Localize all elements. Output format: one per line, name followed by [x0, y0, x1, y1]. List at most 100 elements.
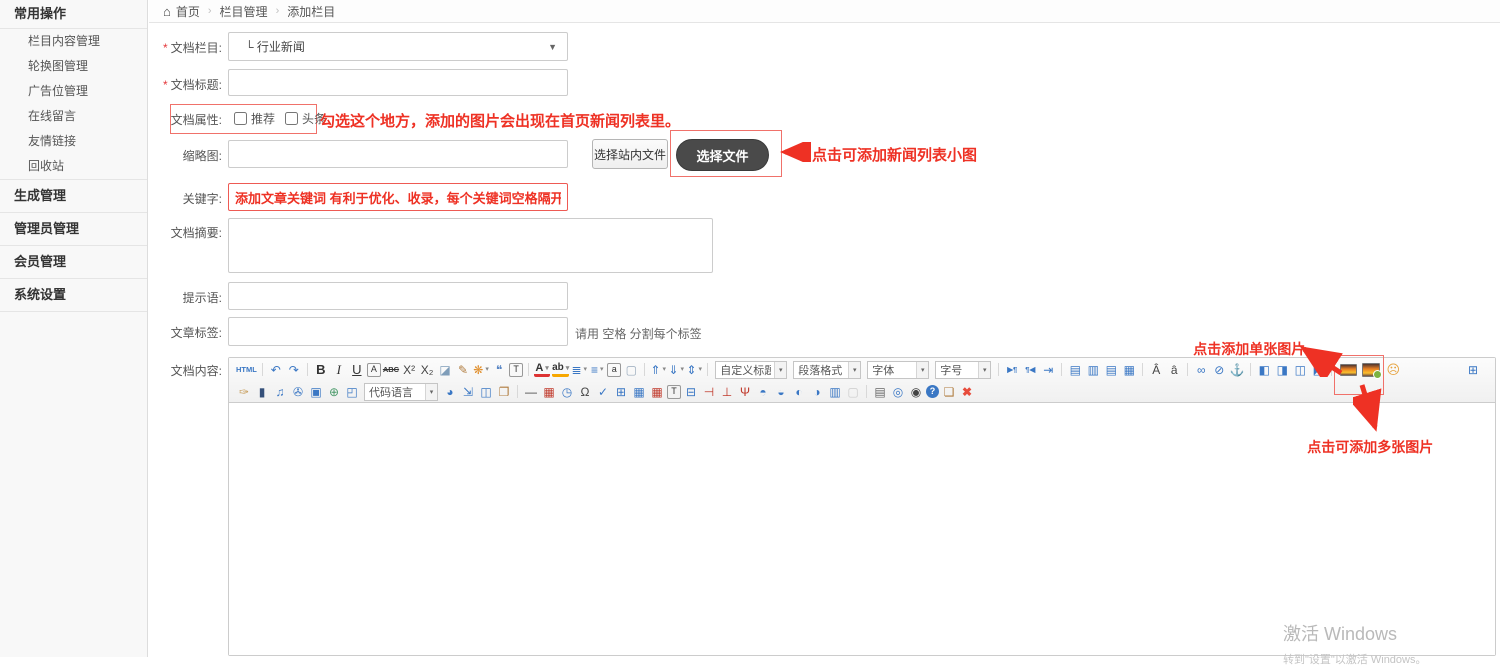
columns-icon[interactable]: ◫ [478, 383, 494, 401]
para-before-spacing-icon[interactable]: ⇑▾ [650, 361, 666, 379]
insert-date-icon[interactable]: ▦ [541, 383, 557, 401]
paste-text-icon[interactable]: T [509, 363, 523, 377]
underline-icon[interactable]: U [349, 361, 365, 379]
tags-input[interactable] [228, 317, 568, 346]
word-image-icon[interactable]: ⊞ [613, 383, 629, 401]
strikethrough-icon[interactable]: ABC [383, 361, 399, 379]
anchor-icon[interactable]: ⚓ [1229, 361, 1245, 379]
img-float-right-icon[interactable]: ◩ [1310, 361, 1326, 379]
help-icon[interactable]: ? [926, 385, 939, 398]
char-border-icon[interactable]: A [367, 363, 381, 377]
format-painter-icon[interactable]: ✎ [455, 361, 471, 379]
table-title-icon[interactable]: T [667, 385, 681, 399]
choose-file-button[interactable]: 选择文件 [676, 139, 769, 171]
breadcrumb-home[interactable]: 首页 [176, 3, 200, 20]
undo-icon[interactable]: ↶ [268, 361, 284, 379]
insert-image-icon[interactable] [1340, 364, 1357, 376]
unordered-list-icon[interactable]: ≡▾ [589, 361, 605, 379]
image-manager-icon[interactable]: ▣ [308, 383, 324, 401]
img-center-icon[interactable]: ◫ [1292, 361, 1308, 379]
editor-content-area[interactable] [229, 403, 1495, 655]
img-float-left-icon[interactable]: ◧ [1256, 361, 1272, 379]
insert-code-icon[interactable]: ◕ [442, 383, 458, 401]
insert-row-above-icon[interactable]: ◓ [755, 383, 771, 401]
horizontal-rule-icon[interactable]: — [523, 383, 539, 401]
merge-cells-icon[interactable]: ⊟ [683, 383, 699, 401]
link-icon[interactable]: ∞ [1193, 361, 1209, 379]
insert-multi-image-icon[interactable] [1362, 363, 1380, 377]
fullscreen-icon[interactable]: ⊞ [1465, 361, 1481, 379]
site-file-button[interactable]: 选择站内文件 [592, 139, 668, 169]
indent-first-icon[interactable]: ▶¶ [1004, 361, 1020, 379]
delete-table-icon[interactable]: ▦ [649, 383, 665, 401]
attachment-icon[interactable]: ✇ [290, 383, 306, 401]
template-icon[interactable]: ❐ [496, 383, 512, 401]
to-lowercase-icon[interactable]: â [1166, 361, 1182, 379]
font-color-icon[interactable]: A▾ [534, 362, 550, 377]
special-char-icon[interactable]: Ω [577, 383, 593, 401]
font-family-select[interactable]: 字体▾ [867, 361, 929, 379]
align-left-icon[interactable]: ▤ [1067, 361, 1083, 379]
emoticon-icon[interactable]: ☹ [1385, 361, 1401, 379]
scrawl-icon[interactable]: ✑ [236, 383, 252, 401]
custom-title-select[interactable]: 自定义标题▾ [715, 361, 787, 379]
highlight-color-icon[interactable]: ab▾ [552, 362, 569, 377]
auto-link-icon[interactable]: a [607, 363, 621, 377]
insert-col-left-icon[interactable]: ◐ [791, 383, 807, 401]
split-cell-icon[interactable]: Ψ [737, 383, 753, 401]
page-break-icon[interactable]: ⇲ [460, 383, 476, 401]
preview-icon[interactable]: ◎ [890, 383, 906, 401]
hint-input[interactable] [228, 282, 568, 310]
align-right-icon[interactable]: ▤ [1103, 361, 1119, 379]
insert-row-below-icon[interactable]: ◒ [773, 383, 789, 401]
clear-doc-icon[interactable]: ✖ [959, 383, 975, 401]
font-size-select[interactable]: 字号▾ [935, 361, 991, 379]
subscript-icon[interactable]: X₂ [419, 361, 435, 379]
insert-music-icon[interactable]: ♫ [272, 383, 288, 401]
auto-typeset-icon[interactable]: ❋▾ [473, 361, 489, 379]
title-input[interactable] [228, 69, 568, 96]
remove-format-icon[interactable]: ◪ [437, 361, 453, 379]
headline-checkbox[interactable] [285, 112, 298, 125]
paragraph-format-select[interactable]: 段落格式▾ [793, 361, 861, 379]
redo-icon[interactable]: ↷ [286, 361, 302, 379]
to-uppercase-icon[interactable]: Â [1148, 361, 1164, 379]
insert-time-icon[interactable]: ◷ [559, 383, 575, 401]
doc-disabled-icon[interactable]: ▢ [845, 383, 861, 401]
insert-col-right-icon[interactable]: ◑ [809, 383, 825, 401]
delete-row-icon[interactable]: ⊣ [701, 383, 717, 401]
screenshot-icon[interactable]: ◰ [344, 383, 360, 401]
recommend-checkbox[interactable] [234, 112, 247, 125]
table-full-icon[interactable]: ▥ [827, 383, 843, 401]
delete-col-icon[interactable]: ⊥ [719, 383, 735, 401]
paragraph-indent-icon[interactable]: ⇥ [1040, 361, 1056, 379]
insert-table-icon[interactable]: ▦ [631, 383, 647, 401]
html-source-icon[interactable]: HTML [236, 361, 257, 379]
clipboard-icon[interactable]: ❏ [941, 383, 957, 401]
breadcrumb-column-mgmt[interactable]: 栏目管理 [220, 3, 268, 20]
unlink-icon[interactable]: ⊘ [1211, 361, 1227, 379]
insert-video-icon[interactable]: ▮ [254, 383, 270, 401]
ordered-list-icon[interactable]: ≣▾ [571, 361, 587, 379]
bold-icon[interactable]: B [313, 361, 329, 379]
find-replace-icon[interactable]: ◉ [908, 383, 924, 401]
print-icon[interactable]: ▤ [872, 383, 888, 401]
spellcheck-icon[interactable]: ✓ [595, 383, 611, 401]
outdent-first-icon[interactable]: ¶◀ [1022, 361, 1038, 379]
sidebar-section-common-operations[interactable]: 常用操作 [0, 0, 147, 29]
summary-textarea[interactable] [228, 218, 713, 273]
line-spacing-icon[interactable]: ⇕▾ [686, 361, 702, 379]
blockquote-icon[interactable]: ❝ [491, 361, 507, 379]
italic-icon[interactable]: I [331, 361, 347, 379]
img-inline-icon[interactable]: ◨ [1274, 361, 1290, 379]
sidebar-section-member[interactable]: 会员管理 [0, 245, 147, 278]
thumbnail-input[interactable] [228, 140, 568, 168]
code-language-select[interactable]: 代码语言▾ [364, 383, 438, 401]
keywords-input[interactable] [228, 183, 568, 211]
align-center-icon[interactable]: ▥ [1085, 361, 1101, 379]
superscript-icon[interactable]: X² [401, 361, 417, 379]
align-justify-icon[interactable]: ▦ [1121, 361, 1137, 379]
para-after-spacing-icon[interactable]: ⇓▾ [668, 361, 684, 379]
category-select[interactable]: └ 行业新闻 ▼ [228, 32, 568, 61]
insert-map-icon[interactable]: ⊕ [326, 383, 342, 401]
